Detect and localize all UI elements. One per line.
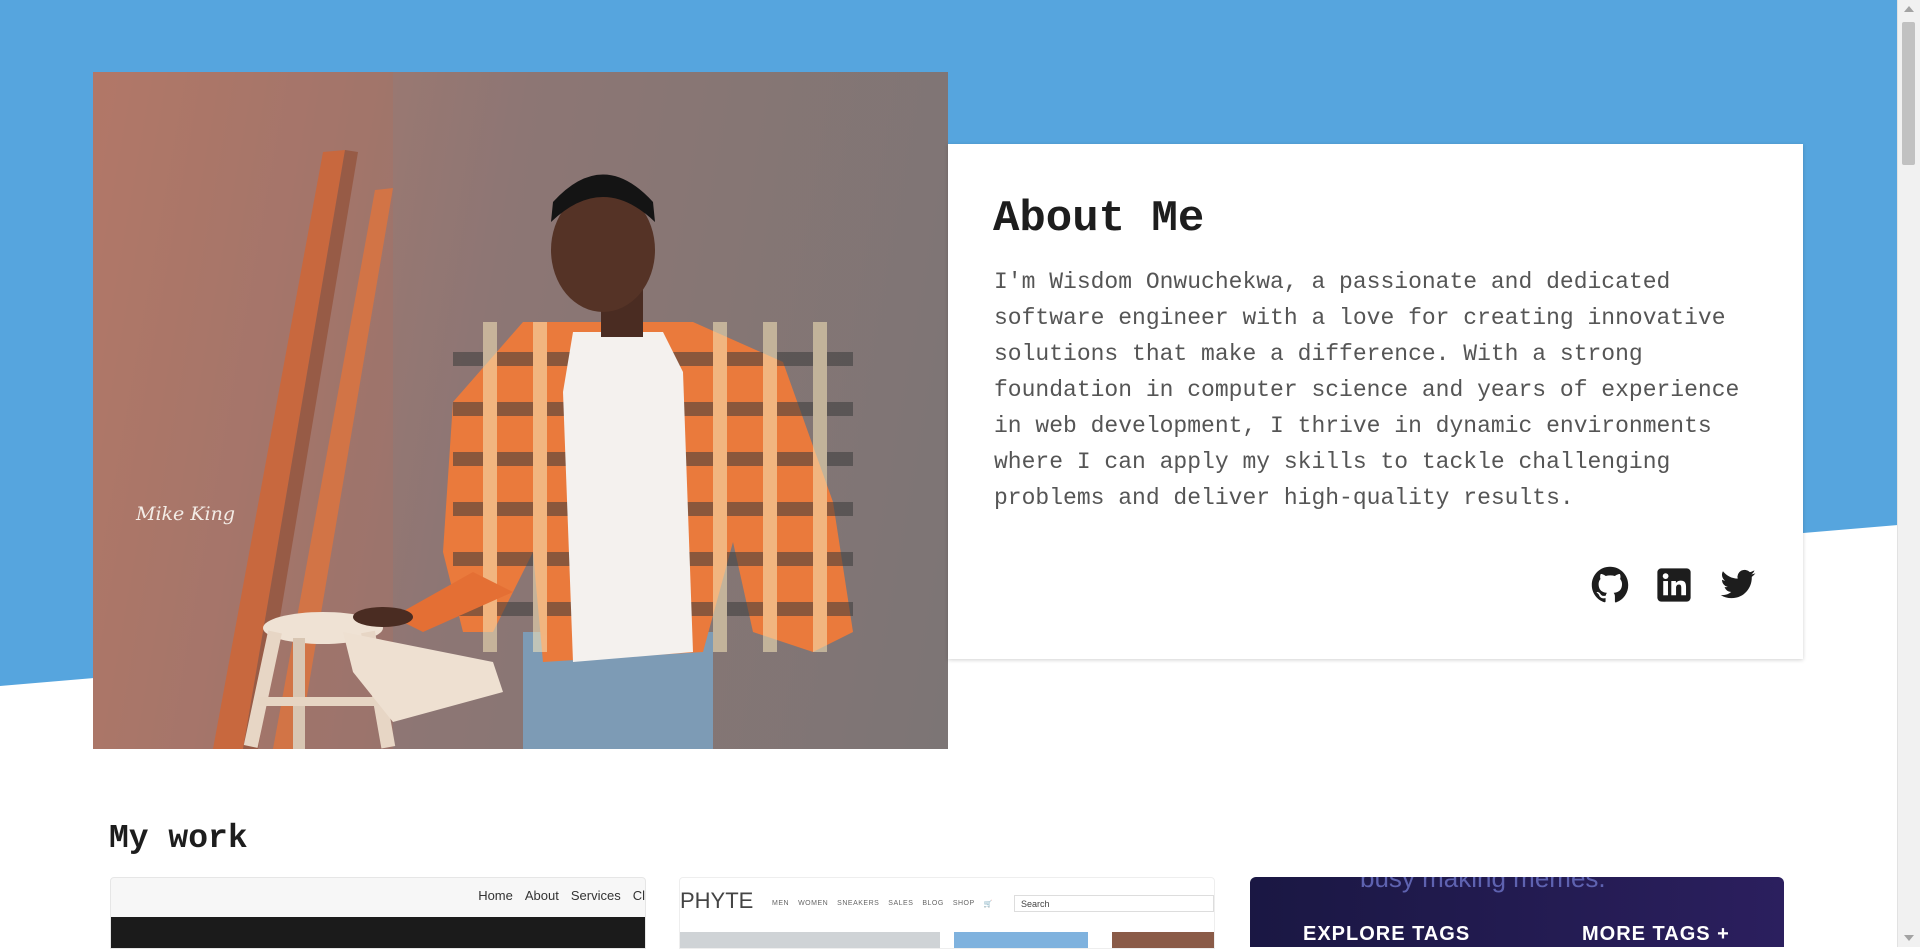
project-2-menu-women[interactable]: WOMEN [798, 900, 828, 908]
project-2-thumb-1 [680, 932, 940, 948]
github-link[interactable] [1591, 566, 1629, 604]
project-2-menu-sneakers[interactable]: SNEAKERS [837, 900, 879, 908]
project-2-brand: PHYTE [680, 888, 754, 913]
project-card-3[interactable]: busy making memes. EXPLORE TAGS MORE TAG… [1250, 877, 1784, 947]
more-tags-button[interactable]: MORE TAGS + [1582, 923, 1730, 946]
project-card-2[interactable]: PHYTE MEN WOMEN SNEAKERS SALES BLOG SHOP… [679, 877, 1215, 949]
profile-photo: Mike King [93, 72, 948, 749]
project-1-nav-about[interactable]: About [525, 888, 559, 903]
about-title: About Me [993, 194, 1205, 244]
project-2-menu-sales[interactable]: SALES [888, 900, 913, 908]
project-2-search[interactable]: Search [1014, 895, 1214, 912]
project-1-nav-cl[interactable]: Cl [633, 888, 645, 903]
vertical-scrollbar[interactable] [1897, 0, 1920, 947]
explore-tags-button[interactable]: EXPLORE TAGS [1303, 923, 1470, 946]
scrollbar-thumb[interactable] [1902, 22, 1915, 165]
project-2-thumb-3 [1112, 932, 1214, 948]
project-3-faded-heading: busy making memes. [1360, 877, 1606, 893]
cart-icon[interactable]: 🛒 [984, 900, 993, 908]
project-2-menu-men[interactable]: MEN [772, 900, 789, 908]
project-2-menu-blog[interactable]: BLOG [922, 900, 943, 908]
photo-watermark: Mike King [135, 503, 235, 525]
project-2-menu: MEN WOMEN SNEAKERS SALES BLOG SHOP 🛒 [772, 900, 993, 908]
project-1-hero [111, 917, 645, 948]
profile-photo-illustration: Mike King [93, 72, 853, 749]
project-1-nav: Home About Services Cl [478, 888, 645, 903]
project-2-thumbnails [680, 932, 1214, 948]
project-2-search-placeholder: Search [1021, 899, 1050, 909]
project-card-1[interactable]: Home About Services Cl [110, 877, 646, 949]
twitter-icon [1720, 569, 1756, 599]
about-text: I'm Wisdom Onwuchekwa, a passionate and … [994, 269, 1740, 511]
project-1-nav-services[interactable]: Services [571, 888, 621, 903]
project-2-thumb-2 [954, 932, 1088, 948]
about-card: About Me I'm Wisdom Onwuchekwa, a passio… [948, 144, 1803, 659]
scroll-up-arrow-icon[interactable] [1904, 6, 1914, 12]
linkedin-icon [1657, 568, 1691, 602]
project-1-nav-home[interactable]: Home [478, 888, 513, 903]
scroll-down-arrow-icon[interactable] [1904, 935, 1914, 941]
linkedin-link[interactable] [1655, 566, 1693, 604]
github-icon [1591, 566, 1629, 603]
project-2-menu-shop[interactable]: SHOP [953, 900, 975, 908]
twitter-link[interactable] [1719, 566, 1757, 604]
social-links [1591, 566, 1757, 604]
my-work-heading: My work [109, 820, 248, 857]
